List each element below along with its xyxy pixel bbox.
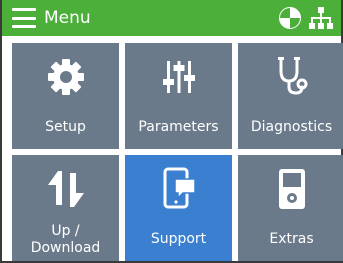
header-bar: Menu (2, 0, 341, 36)
tablet-chat-icon (125, 167, 232, 211)
menu-label: Menu (44, 8, 91, 28)
tile-support-label: Support (150, 231, 207, 247)
tile-up-download[interactable]: Up / Download (12, 155, 119, 261)
tile-parameters-label: Parameters (138, 119, 219, 135)
tile-diagnostics-label: Diagnostics (250, 119, 333, 135)
tile-support[interactable]: Support (125, 155, 232, 261)
tile-diagnostics[interactable]: Diagnostics (238, 43, 343, 149)
menu-button[interactable]: Menu (12, 4, 91, 32)
network-tree-icon[interactable] (308, 6, 334, 36)
tile-setup[interactable]: Setup (12, 43, 119, 149)
tile-extras-label: Extras (269, 231, 314, 247)
up-down-arrows-icon (12, 167, 119, 211)
tile-up-download-label: Up / Download (30, 223, 101, 256)
hamburger-menu-icon (12, 8, 36, 28)
tile-extras[interactable]: Extras (238, 155, 343, 261)
gear-icon (12, 55, 119, 99)
tile-parameters[interactable]: Parameters (125, 43, 232, 149)
quarter-circle-status-icon[interactable] (278, 6, 302, 34)
device-icon (238, 167, 343, 211)
stethoscope-icon (238, 55, 343, 99)
device-screen: Menu Setup Parameters Diagnostics Up / D… (0, 0, 343, 263)
tile-setup-label: Setup (45, 119, 86, 135)
sliders-icon (125, 55, 232, 99)
